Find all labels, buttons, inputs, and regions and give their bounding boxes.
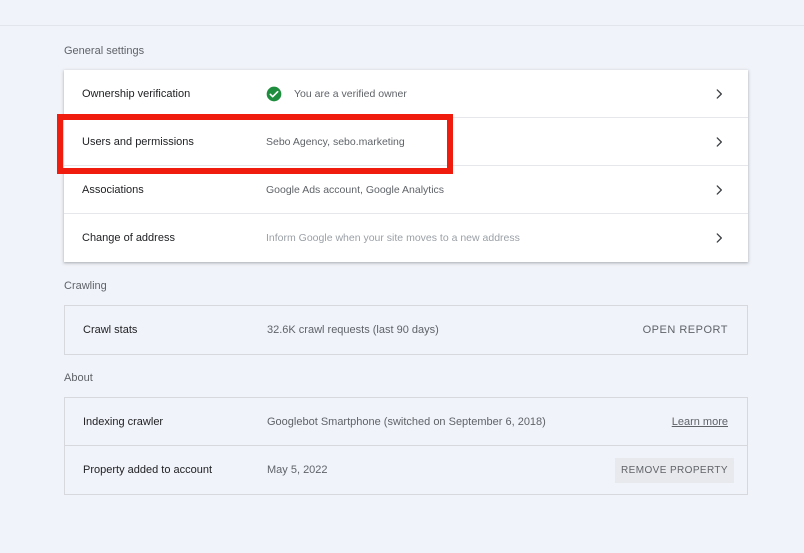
indexing-crawler-row: Indexing crawler Googlebot Smartphone (s… (65, 398, 747, 446)
chevron-right-icon[interactable] (712, 231, 726, 245)
crawling-title: Crawling (64, 280, 107, 292)
chevron-right-icon[interactable] (712, 87, 726, 101)
check-circle-icon (266, 86, 282, 101)
general-settings-card: Ownership verification You are a verifie… (64, 70, 748, 262)
ownership-verification-value: You are a verified owner (266, 86, 407, 102)
indexing-crawler-label: Indexing crawler (83, 415, 164, 428)
associations-row[interactable]: Associations Google Ads account, Google … (64, 166, 748, 214)
associations-value: Google Ads account, Google Analytics (266, 183, 445, 196)
remove-property-button[interactable]: REMOVE PROPERTY (615, 457, 734, 483)
associations-label: Associations (82, 183, 144, 196)
crawl-stats-row: Crawl stats 32.6K crawl requests (last 9… (65, 306, 747, 354)
crawling-card: Crawl stats 32.6K crawl requests (last 9… (64, 305, 748, 355)
crawl-stats-value: 32.6K crawl requests (last 90 days) (267, 324, 439, 336)
open-report-button[interactable]: OPEN REPORT (643, 324, 728, 336)
general-settings-title: General settings (64, 45, 145, 57)
chevron-right-icon[interactable] (712, 183, 726, 197)
about-title: About (64, 372, 93, 384)
users-permissions-row[interactable]: Users and permissions Sebo Agency, sebo.… (64, 118, 748, 166)
chevron-right-icon[interactable] (712, 135, 726, 149)
change-of-address-row[interactable]: Change of address Inform Google when you… (64, 214, 748, 262)
property-added-row: Property added to account May 5, 2022 RE… (65, 446, 747, 494)
indexing-crawler-value: Googlebot Smartphone (switched on Septem… (267, 415, 546, 428)
about-card: Indexing crawler Googlebot Smartphone (s… (64, 397, 748, 495)
learn-more-link[interactable]: Learn more (672, 416, 728, 428)
crawl-stats-label: Crawl stats (83, 324, 138, 336)
ownership-verification-text: You are a verified owner (294, 87, 407, 100)
change-of-address-value: Inform Google when your site moves to a … (266, 232, 520, 244)
change-of-address-label: Change of address (82, 232, 175, 244)
users-permissions-value: Sebo Agency, sebo.marketing (266, 135, 405, 148)
property-added-value: May 5, 2022 (267, 464, 328, 476)
users-permissions-label: Users and permissions (82, 135, 194, 148)
property-added-label: Property added to account (83, 464, 213, 476)
header-divider (0, 25, 804, 26)
ownership-verification-row[interactable]: Ownership verification You are a verifie… (64, 70, 748, 118)
ownership-verification-label: Ownership verification (82, 87, 191, 100)
